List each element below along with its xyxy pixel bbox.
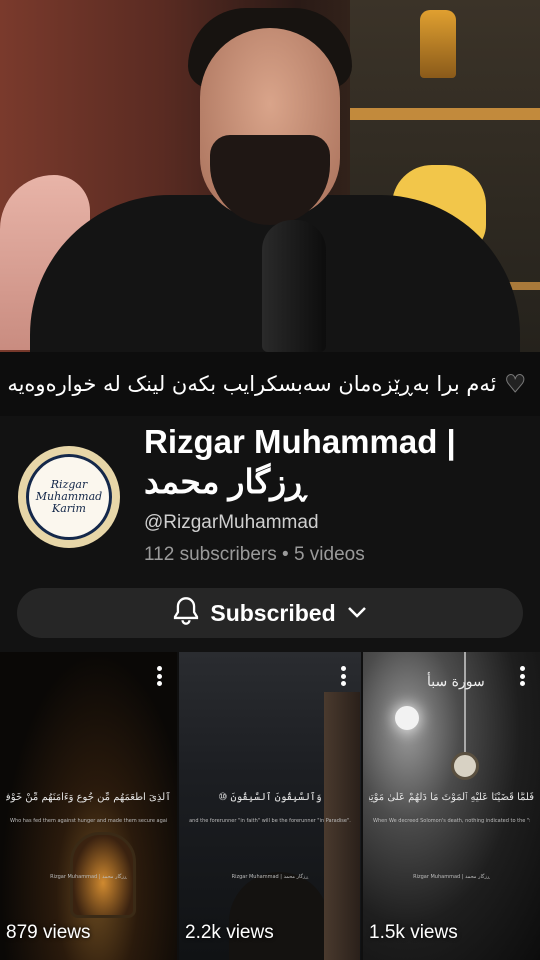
chain-image: [464, 652, 466, 752]
moon-image: [395, 706, 419, 730]
channel-name: Rizgar Muhammad | ڕزگار محمد: [144, 422, 524, 502]
video-frame-hero: [0, 0, 540, 352]
microphone: [262, 220, 326, 352]
channel-name-latin: Rizgar Muhammad |: [144, 423, 456, 460]
channel-avatar[interactable]: Rizgar Muhammad Karim: [18, 446, 120, 548]
view-count: 2.2k views: [185, 922, 274, 943]
view-count: 1.5k views: [369, 922, 458, 943]
surah-title: سورة سبأ: [427, 674, 485, 690]
video-credit: Rizgar Muhammad | ڕزگار محمد: [413, 874, 490, 880]
shorts-grid: ٱلَّذِىٓ أَطْعَمَهُم مِّن جُوعٍ وَءَامَن…: [0, 652, 540, 960]
verse-caption: ٱلَّذِىٓ أَطْعَمَهُم مِّن جُوعٍ وَءَامَن…: [6, 792, 171, 803]
channel-stats: 112 subscribers • 5 videos: [144, 544, 365, 566]
video-credit: Rizgar Muhammad | ڕزگار محمد: [231, 874, 309, 880]
more-options-icon[interactable]: [341, 666, 347, 686]
stats-separator: •: [282, 544, 289, 565]
black-heart-icon: ♥: [504, 370, 526, 399]
avatar-logo: Rizgar Muhammad Karim: [26, 454, 112, 540]
channel-handle: @RizgarMuhammad: [144, 512, 319, 533]
shelf: [350, 108, 540, 120]
channel-header: Rizgar Muhammad Karim Rizgar Muhammad | …: [0, 416, 540, 652]
bell-icon: [172, 596, 200, 630]
verse-translation: Who has fed them against hunger and made…: [10, 818, 167, 824]
mosque-dome-image: [229, 872, 329, 960]
subscribed-label: Subscribed: [210, 599, 336, 626]
view-count: 879 views: [6, 922, 91, 943]
subscriber-count: 112 subscribers: [144, 544, 277, 565]
verse-caption: وَٱلسَّٰبِقُونَ ٱلسَّٰبِقُونَ ⑩: [218, 792, 322, 803]
short-thumbnail[interactable]: وَٱلسَّٰبِقُونَ ٱلسَّٰبِقُونَ ⑩ and the …: [179, 652, 361, 960]
chevron-down-icon: [346, 604, 368, 623]
pocket-watch-image: [451, 752, 479, 780]
video-count: 5 videos: [293, 544, 365, 565]
verse-caption: فَلَمَّا قَضَيْنَا عَلَيْهِ ٱلْمَوْتَ مَ…: [369, 792, 534, 803]
more-options-icon[interactable]: [520, 666, 526, 686]
trophy-image: [420, 10, 456, 78]
minaret-image: [324, 692, 360, 960]
verse-translation: and the forerunner "in faith" will be th…: [189, 818, 351, 824]
verse-translation: When We decreed Solomon's death, nothing…: [373, 818, 530, 824]
banner-text: ئەم برا بەڕێزەمان سەبسکرایب بکەن لینک لە…: [7, 372, 497, 396]
channel-name-kurdish: ڕزگار محمد: [144, 463, 307, 500]
subscribed-button[interactable]: Subscribed: [17, 588, 523, 638]
more-options-icon[interactable]: [157, 666, 163, 686]
short-thumbnail[interactable]: ٱلَّذِىٓ أَطْعَمَهُم مِّن جُوعٍ وَءَامَن…: [0, 652, 177, 960]
video-credit: Rizgar Muhammad | ڕزگار محمد: [50, 874, 127, 880]
overlay-banner: ئەم برا بەڕێزەمان سەبسکرایب بکەن لینک لە…: [0, 352, 540, 416]
short-thumbnail[interactable]: سورة سبأ فَلَمَّا قَضَيْنَا عَلَيْهِ ٱلْ…: [363, 652, 540, 960]
avatar-text-line: Karim: [52, 502, 86, 515]
